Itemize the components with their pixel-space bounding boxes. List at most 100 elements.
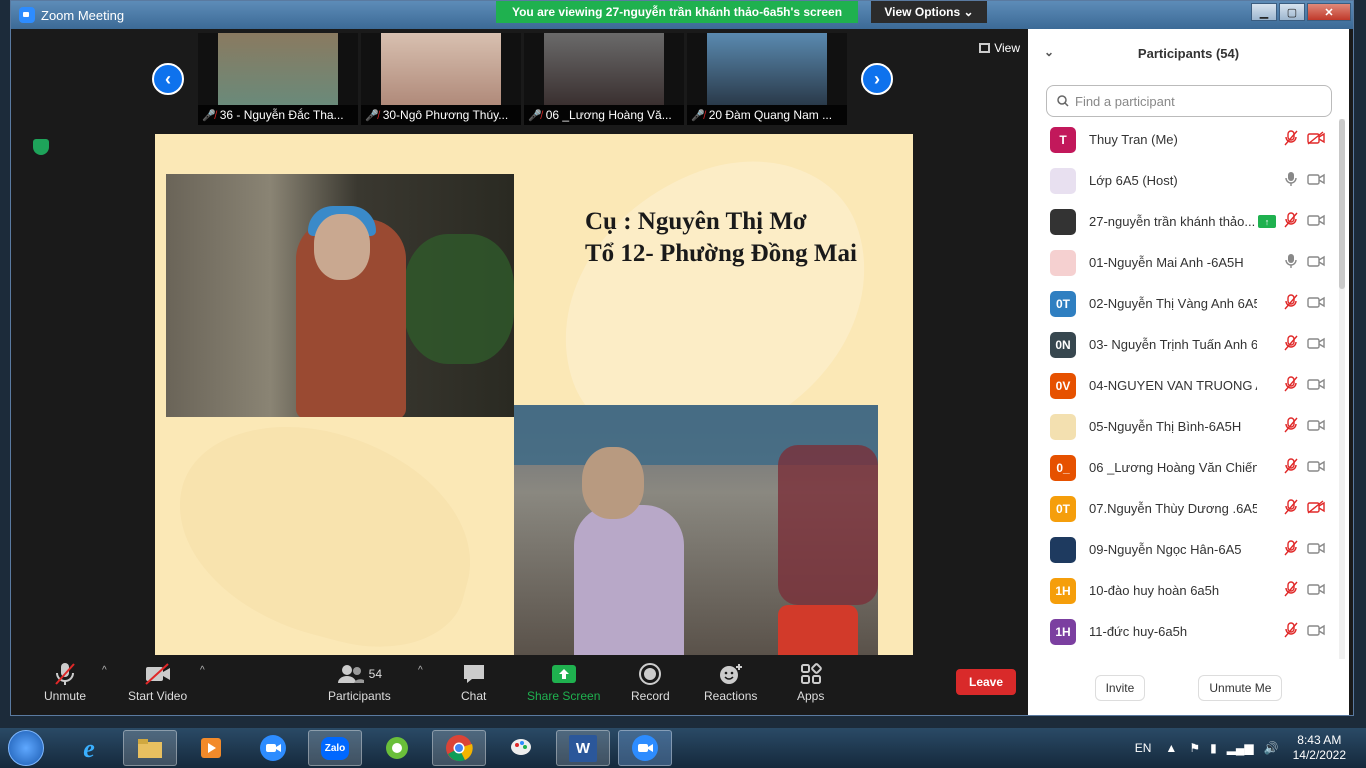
participant-row[interactable]: 1H 11-đức huy-6a5h [1028, 611, 1338, 652]
language-indicator[interactable]: EN [1135, 741, 1152, 755]
video-thumbnail[interactable]: 🎤̸ 06 _Lương Hoàng Vă... [524, 33, 684, 125]
participant-row[interactable]: 27-nguyễn trần khánh thảo... ↑ [1028, 201, 1338, 242]
audio-options-caret[interactable]: ^ [102, 665, 107, 676]
view-button[interactable]: View [979, 41, 1020, 55]
mic-muted-icon[interactable] [1283, 335, 1299, 354]
participant-list-scrollbar[interactable] [1339, 119, 1345, 659]
video-thumbnail[interactable]: 🎤̸ 20 Đàm Quang Nam ... [687, 33, 847, 125]
zoom-meeting-taskbar-icon[interactable] [618, 730, 672, 766]
video-thumbnail[interactable]: 🎤̸ 36 - Nguyễn Đắc Tha... [198, 33, 358, 125]
grid-icon [979, 43, 991, 53]
apps-button[interactable]: Apps [797, 659, 824, 703]
avatar: 0_ [1050, 454, 1076, 481]
video-options-caret[interactable]: ^ [200, 665, 205, 676]
record-label: Record [631, 689, 670, 703]
camera-icon[interactable] [1307, 336, 1325, 353]
participant-row[interactable]: 0T 02-Nguyễn Thị Vàng Anh 6A5H [1028, 283, 1338, 324]
tray-expand-icon[interactable]: ▲ [1165, 741, 1177, 755]
invite-button[interactable]: Invite [1094, 675, 1146, 701]
mic-muted-icon[interactable] [1283, 212, 1299, 231]
mic-icon[interactable] [1283, 253, 1299, 272]
word-icon[interactable]: W [556, 730, 610, 766]
battery-icon[interactable]: ▮ [1210, 741, 1217, 755]
participant-row[interactable]: 09-Nguyễn Ngọc Hân-6A5 [1028, 529, 1338, 570]
close-button[interactable]: ✕ [1307, 3, 1351, 21]
mic-muted-icon[interactable] [1283, 417, 1299, 436]
camera-off-icon[interactable] [1307, 131, 1325, 148]
mic-muted-icon[interactable] [1283, 130, 1299, 149]
internet-explorer-icon[interactable]: e [62, 730, 116, 766]
participant-name: Lớp 6A5 (Host) [1089, 173, 1178, 188]
prev-page-button[interactable]: ‹ [152, 63, 184, 95]
thumbnail-label: 🎤̸ 36 - Nguyễn Đắc Tha... [198, 105, 358, 125]
mic-muted-icon[interactable] [1283, 540, 1299, 559]
participants-options-caret[interactable]: ^ [418, 665, 423, 676]
participants-count: 54 [368, 667, 383, 681]
camera-icon[interactable] [1307, 459, 1325, 476]
record-button[interactable]: Record [631, 659, 670, 703]
file-explorer-icon[interactable] [123, 730, 177, 766]
mic-muted-icon[interactable] [1283, 458, 1299, 477]
network-icon[interactable]: ▂▄▆ [1227, 741, 1254, 755]
avatar: T [1050, 126, 1076, 153]
photo-foliage [404, 234, 514, 364]
thumbnail-label: 🎤̸ 30-Ngô Phương Thúy... [361, 105, 521, 125]
participants-button[interactable]: 54 Participants [328, 659, 391, 703]
paint-icon[interactable] [494, 730, 548, 766]
zalo-app-icon[interactable]: Zalo [308, 730, 362, 766]
mic-muted-icon[interactable] [1283, 499, 1299, 518]
slide-photo-elderly-woman-doorway [166, 174, 514, 417]
participant-row[interactable]: 0_ 06 _Lương Hoàng Văn Chiến _6... [1028, 447, 1338, 488]
participant-row[interactable]: 0N 03- Nguyễn Trịnh Tuấn Anh 6A... [1028, 324, 1338, 365]
participant-row[interactable]: T Thuy Tran (Me) [1028, 119, 1338, 160]
volume-icon[interactable]: 🔊 [1264, 741, 1279, 755]
mic-icon[interactable] [1283, 171, 1299, 190]
clock[interactable]: 8:43 AM 14/2/2022 [1293, 733, 1346, 763]
chat-button[interactable]: Chat [461, 659, 486, 703]
participant-row[interactable]: 05-Nguyễn Thị Bình-6A5H [1028, 406, 1338, 447]
camera-icon[interactable] [1307, 541, 1325, 558]
camera-icon[interactable] [1307, 623, 1325, 640]
participant-row[interactable]: Lớp 6A5 (Host) [1028, 160, 1338, 201]
mic-muted-icon[interactable] [1283, 294, 1299, 313]
maximize-button[interactable]: ▢ [1279, 3, 1305, 21]
photo-person-body [574, 505, 684, 655]
media-player-icon[interactable] [184, 730, 238, 766]
chrome-icon[interactable] [432, 730, 486, 766]
camera-off-icon[interactable] [1307, 500, 1325, 517]
camera-icon[interactable] [1307, 377, 1325, 394]
scrollbar-thumb[interactable] [1339, 119, 1345, 289]
view-options-button[interactable]: View Options ⌄ [871, 1, 987, 23]
mic-muted-icon[interactable] [1283, 376, 1299, 395]
camera-icon[interactable] [1307, 418, 1325, 435]
chevron-down-icon[interactable]: ⌄ [1044, 45, 1054, 59]
share-screen-button[interactable]: Share Screen [527, 659, 600, 703]
app-icon[interactable] [370, 730, 424, 766]
participant-row[interactable]: 1H 10-đào huy hoàn 6a5h [1028, 570, 1338, 611]
start-button[interactable] [8, 730, 44, 766]
minimize-button[interactable]: ▁ [1251, 3, 1277, 21]
participant-name: Thuy Tran (Me) [1089, 132, 1178, 147]
next-page-button[interactable]: › [861, 63, 893, 95]
camera-icon[interactable] [1307, 295, 1325, 312]
thumbnail-name: 20 Đàm Quang Nam ... [708, 108, 833, 122]
unmute-button[interactable]: Unmute [44, 659, 86, 703]
search-participant-field[interactable]: Find a participant [1046, 85, 1332, 117]
leave-button[interactable]: Leave [956, 669, 1016, 695]
reactions-button[interactable]: Reactions [704, 659, 757, 703]
participant-row[interactable]: 0V 04-NGUYEN VAN TRUONG AN... [1028, 365, 1338, 406]
mic-muted-icon[interactable] [1283, 581, 1299, 600]
participant-row[interactable]: 0T 07.Nguyễn Thùy Dương .6A5 H [1028, 488, 1338, 529]
camera-icon[interactable] [1307, 582, 1325, 599]
start-video-button[interactable]: Start Video [128, 659, 187, 703]
video-thumbnail[interactable]: 🎤̸ 30-Ngô Phương Thúy... [361, 33, 521, 125]
camera-icon[interactable] [1307, 172, 1325, 189]
participant-row[interactable]: 01-Nguyễn Mai Anh -6A5H [1028, 242, 1338, 283]
mic-muted-icon[interactable] [1283, 622, 1299, 641]
camera-icon[interactable] [1307, 213, 1325, 230]
zoom-app-icon[interactable] [246, 730, 300, 766]
unmute-me-button[interactable]: Unmute Me [1198, 675, 1283, 701]
flag-icon[interactable]: ⚑ [1189, 741, 1200, 755]
shield-icon[interactable] [33, 139, 49, 155]
camera-icon[interactable] [1307, 254, 1325, 271]
